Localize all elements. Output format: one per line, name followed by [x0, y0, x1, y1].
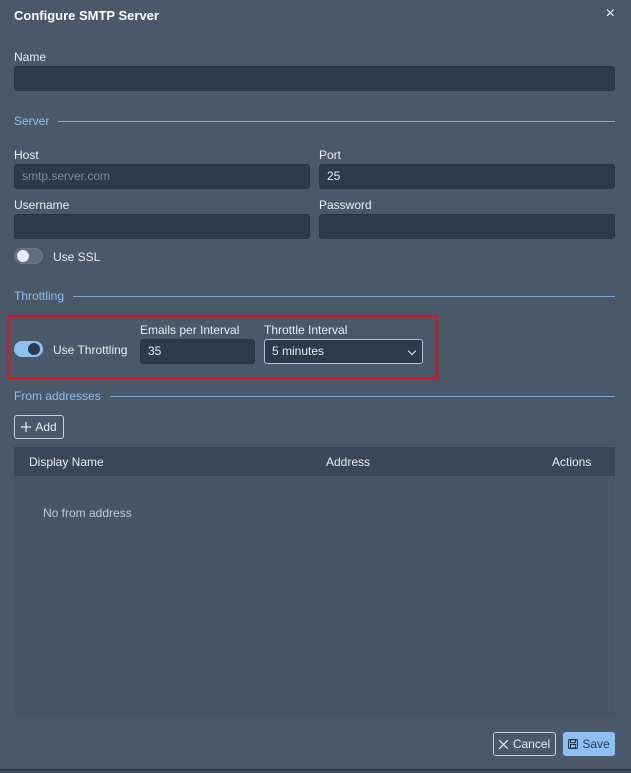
save-icon	[568, 739, 579, 749]
name-field[interactable]	[14, 66, 615, 91]
from-section-title: From addresses	[14, 389, 101, 403]
throttle-interval-select[interactable]: 5 minutes	[264, 339, 423, 364]
toggle-knob	[28, 343, 40, 355]
server-section-header: Server	[14, 114, 615, 128]
password-field[interactable]	[319, 214, 615, 239]
dialog-title: Configure SMTP Server	[14, 8, 159, 23]
table-body: No from address	[14, 476, 615, 716]
host-label: Host	[14, 148, 39, 162]
port-field[interactable]: 25	[319, 164, 615, 189]
cancel-button[interactable]: Cancel	[493, 732, 556, 756]
save-button-label: Save	[582, 737, 610, 751]
throttling-section-title: Throttling	[14, 289, 65, 303]
close-icon[interactable]: ×	[606, 6, 615, 22]
add-button-label: Add	[35, 420, 57, 434]
column-address[interactable]: Address	[326, 455, 370, 469]
column-display-name[interactable]: Display Name	[29, 455, 104, 469]
throttle-interval-label: Throttle Interval	[264, 323, 348, 337]
emails-per-interval-field[interactable]: 35	[140, 339, 255, 364]
divider	[73, 295, 615, 297]
divider	[109, 395, 615, 397]
password-label: Password	[319, 198, 372, 212]
use-ssl-toggle[interactable]	[14, 248, 43, 264]
plus-icon	[21, 422, 32, 432]
throttle-interval-value: 5 minutes	[272, 344, 325, 358]
empty-message: No from address	[43, 506, 132, 520]
name-label: Name	[14, 50, 47, 64]
server-section-title: Server	[14, 114, 50, 128]
use-throttling-label: Use Throttling	[53, 343, 128, 357]
add-button[interactable]: Add	[14, 415, 64, 439]
username-label: Username	[14, 198, 70, 212]
column-actions: Actions	[552, 455, 592, 469]
username-field[interactable]	[14, 214, 310, 239]
chevron-down-icon	[407, 346, 417, 356]
table-header: Display Name Address Actions	[14, 447, 615, 476]
toggle-knob	[17, 250, 29, 262]
cancel-button-label: Cancel	[512, 737, 551, 751]
use-ssl-label: Use SSL	[53, 250, 101, 264]
close-icon	[498, 739, 508, 749]
save-button[interactable]: Save	[563, 732, 615, 756]
divider	[58, 120, 615, 122]
throttling-section-header: Throttling	[14, 289, 615, 303]
port-label: Port	[319, 148, 342, 162]
host-field[interactable]: smtp.server.com	[14, 164, 310, 189]
use-throttling-toggle[interactable]	[14, 341, 43, 357]
emails-per-interval-label: Emails per Interval	[140, 323, 240, 337]
from-section-header: From addresses	[14, 389, 615, 403]
smtp-dialog: Configure SMTP Server × Name Server Host…	[0, 0, 631, 770]
